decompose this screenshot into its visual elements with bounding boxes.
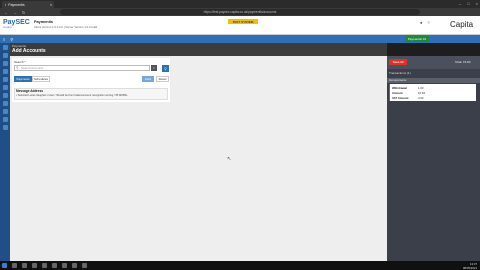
- users-icon[interactable]: [2, 93, 8, 98]
- summary-value: 3.00: [418, 96, 424, 100]
- search-field-icon: ⚲: [16, 66, 19, 70]
- tab-title: Paymentis: [8, 2, 25, 7]
- minimize-icon[interactable]: –: [459, 1, 461, 6]
- taskbar-app-icon[interactable]: [42, 263, 47, 268]
- environment-subtitle: Client Version 1.0.0.0.0 | Server Versio…: [34, 25, 98, 29]
- audit-icon[interactable]: [2, 101, 8, 106]
- user-icon[interactable]: ●: [420, 20, 422, 25]
- schedule-icon[interactable]: [2, 77, 8, 82]
- accounts-icon[interactable]: [2, 53, 8, 58]
- taskbar-app-icon[interactable]: [62, 263, 67, 268]
- taskbar: [0, 261, 480, 270]
- tab-schedules[interactable]: Schedules: [32, 76, 50, 82]
- settings-icon[interactable]: [2, 85, 8, 90]
- brand-logo: Capita: [450, 20, 474, 29]
- reset-button[interactable]: Reset: [156, 76, 169, 82]
- back-icon[interactable]: ←: [4, 10, 8, 15]
- message-text: • Selected Lucas Vaughan / User / Should…: [16, 94, 128, 97]
- summary-value: 1.00: [418, 86, 424, 90]
- tab-favicon-icon: ▪: [5, 2, 7, 7]
- search-icon[interactable]: ⚲: [10, 37, 13, 42]
- test-system-badge: TEST SYSTEM: [228, 19, 258, 24]
- message-heading: Message Address: [16, 89, 43, 93]
- left-rail: [0, 43, 10, 261]
- payments-icon[interactable]: [2, 61, 8, 66]
- taskbar-app-icon[interactable]: [72, 263, 77, 268]
- user-context-button[interactable]: Paymentis 01: [405, 36, 429, 42]
- admin-icon[interactable]: [2, 117, 8, 122]
- header-icons: ● ?: [420, 20, 430, 25]
- find-button[interactable]: Find: [142, 76, 154, 82]
- close-window-icon[interactable]: ×: [476, 1, 478, 6]
- tab-payments[interactable]: Payments: [14, 76, 32, 82]
- save-all-button[interactable]: Save All: [389, 59, 407, 65]
- taskbar-app-icon[interactable]: [82, 263, 87, 268]
- clear-search-button[interactable]: ×: [151, 65, 157, 71]
- forward-icon[interactable]: →: [13, 10, 17, 15]
- system-clock[interactable]: 13:37 08/05/2021: [463, 262, 477, 270]
- files-icon[interactable]: [2, 109, 8, 114]
- taskbar-app-icon[interactable]: [22, 263, 27, 268]
- summary-label: Withdrawal: [392, 86, 407, 90]
- browser-tab[interactable]: ▪ Paymentis ×: [2, 1, 54, 8]
- summary-label: VAT Amount: [392, 96, 409, 100]
- environment-title: Paymentis: [34, 20, 53, 24]
- summary-label: Amount: [392, 91, 403, 95]
- tab-close-icon[interactable]: ×: [50, 3, 52, 7]
- help-icon[interactable]: ?: [427, 20, 429, 25]
- window-controls: – □ ×: [459, 1, 478, 6]
- taskbar-app-icon[interactable]: [32, 263, 37, 268]
- menu-icon[interactable]: ≡: [3, 37, 5, 42]
- reload-icon[interactable]: ↻: [22, 10, 25, 15]
- transactions-label: Transactions (1): [389, 71, 411, 75]
- window-titlebar: [0, 0, 480, 8]
- start-icon[interactable]: [2, 263, 7, 268]
- lookup-button[interactable]: ⚲: [162, 65, 169, 72]
- page-header: [10, 43, 387, 56]
- search-label: Search *: [14, 60, 26, 64]
- summary-value: 15.84: [418, 91, 425, 95]
- maximize-icon[interactable]: □: [467, 1, 469, 6]
- paysec-logo: PaySEC Capita: [3, 19, 30, 29]
- page-title: Add Accounts: [12, 48, 46, 54]
- taskbar-search-icon[interactable]: [12, 263, 17, 268]
- url-field[interactable]: https://test.paysec.capita.co.uk/payment…: [60, 9, 420, 15]
- home-icon[interactable]: [2, 45, 8, 50]
- clock-date: 08/05/2021: [463, 266, 477, 270]
- search-input[interactable]: Search Accounts: [14, 65, 150, 71]
- taskbar-app-icon[interactable]: [52, 263, 57, 268]
- total-amount: Total: 15.84: [455, 60, 471, 64]
- mouse-cursor-icon: ↖: [227, 156, 232, 162]
- reports-icon[interactable]: [2, 69, 8, 74]
- tools-icon[interactable]: [2, 125, 8, 130]
- group-header: Groupsmenu: [387, 78, 480, 83]
